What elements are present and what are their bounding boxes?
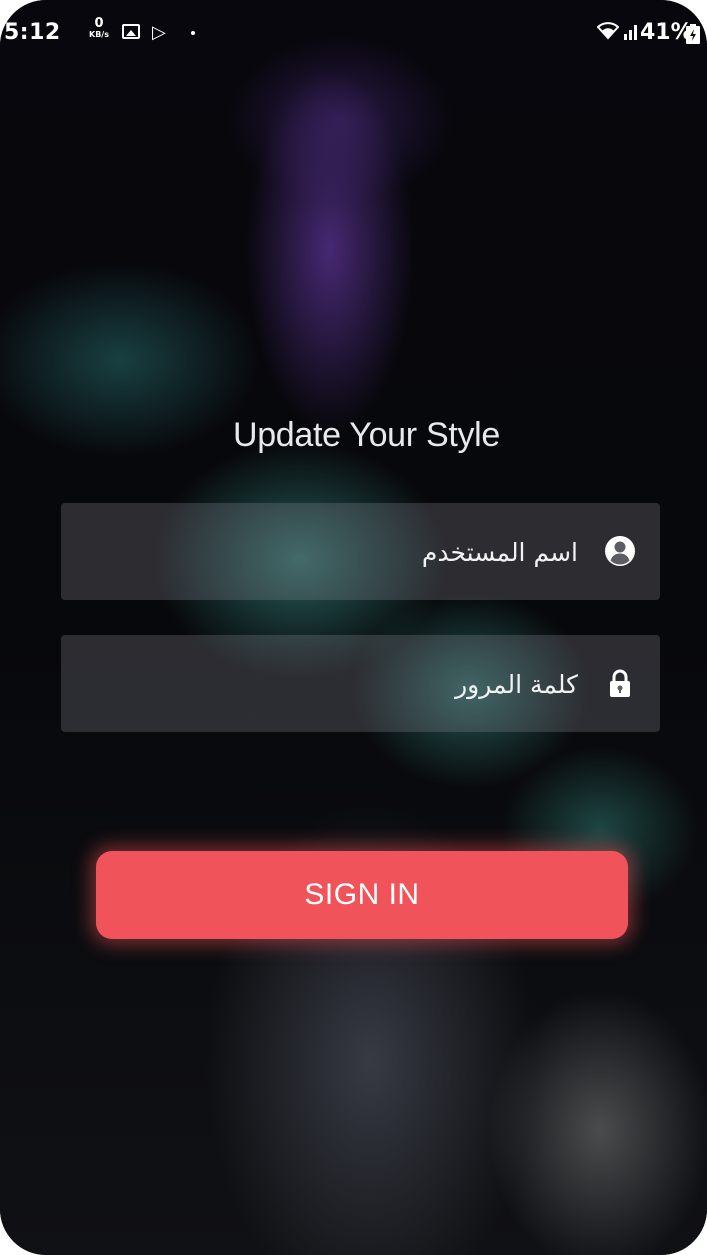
password-field[interactable] — [61, 635, 660, 732]
gallery-icon — [122, 24, 140, 39]
background-image — [0, 0, 707, 1255]
network-speed-unit: KB/s — [89, 30, 109, 39]
play-store-icon: ▷ — [152, 22, 166, 43]
user-circle-icon — [605, 536, 635, 566]
username-field[interactable] — [61, 503, 660, 600]
status-bar: 5:12 0 KB/s ▷ 41% — [0, 0, 707, 64]
lock-icon — [610, 669, 630, 697]
status-time: 5:12 — [4, 20, 61, 45]
notification-dot-icon — [191, 31, 195, 35]
sign-in-button[interactable]: SIGN IN — [96, 851, 628, 939]
network-speed-value: 0 — [94, 16, 104, 31]
password-input[interactable] — [81, 657, 580, 711]
signal-icon — [624, 25, 637, 40]
battery-percent: 41% — [640, 20, 693, 45]
wifi-icon — [597, 22, 619, 40]
phone-screen: 5:12 0 KB/s ▷ 41% Update Your Style اسم … — [0, 0, 707, 1255]
username-input[interactable] — [81, 525, 580, 579]
page-title: Update Your Style — [232, 416, 501, 454]
battery-charging-icon — [686, 24, 700, 44]
network-speed: 0 KB/s — [86, 16, 112, 40]
